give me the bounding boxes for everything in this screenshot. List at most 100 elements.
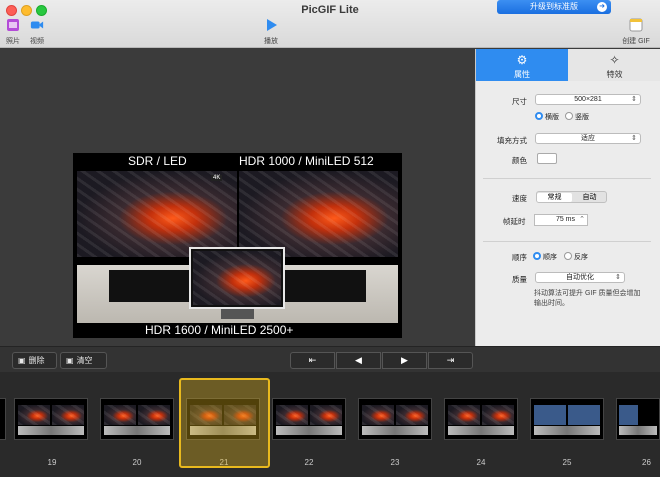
color-label: 颜色 bbox=[512, 156, 527, 165]
order-label: 顺序 bbox=[512, 253, 527, 262]
color-swatch[interactable] bbox=[537, 153, 557, 164]
delay-value: 75 ms bbox=[555, 216, 575, 223]
speed-segmented: 常规 自动 bbox=[536, 191, 607, 203]
frame-number: 19 bbox=[47, 458, 57, 467]
tab-effects-label: 特效 bbox=[606, 70, 623, 79]
arrow-right-icon: ▶ bbox=[401, 355, 408, 365]
video-label: 视频 bbox=[30, 38, 44, 45]
quality-hint: 抖动算法可提升 GIF 质量但会增加输出时间。 bbox=[534, 290, 641, 307]
play-icon bbox=[267, 19, 277, 31]
label-hdr1600: HDR 1600 / MiniLED 2500+ bbox=[145, 323, 294, 337]
last-frame-button[interactable]: ⇥ bbox=[428, 352, 473, 369]
frame-thumb[interactable] bbox=[358, 398, 432, 440]
canvas-area: SDR / LED HDR 1000 / MiniLED 512 HDR 160… bbox=[0, 49, 475, 346]
clear-button[interactable]: ▣ 清空 bbox=[60, 352, 107, 369]
divider bbox=[483, 241, 651, 242]
forward-radio[interactable]: 顺序 bbox=[533, 252, 557, 262]
radio-icon bbox=[564, 252, 572, 260]
frame-number: 24 bbox=[476, 458, 486, 467]
fill-value: 适应 bbox=[581, 135, 595, 142]
frame-number: 26 bbox=[642, 458, 651, 467]
speed-normal[interactable]: 常规 bbox=[537, 193, 572, 202]
skip-forward-icon: ⇥ bbox=[446, 355, 455, 365]
image-icon: ▣ bbox=[66, 356, 74, 365]
reverse-label: 反序 bbox=[574, 254, 588, 261]
size-label: 尺寸 bbox=[512, 97, 527, 106]
first-frame-button[interactable]: ⇤ bbox=[290, 352, 335, 369]
gif-preview: SDR / LED HDR 1000 / MiniLED 512 HDR 160… bbox=[73, 153, 402, 338]
chevron-updown-icon: ⇕ bbox=[631, 135, 637, 142]
landscape-radio[interactable]: 横版 bbox=[535, 112, 559, 122]
forward-label: 顺序 bbox=[543, 254, 557, 261]
frame-thumb-partial[interactable] bbox=[0, 398, 6, 440]
stepper-icon[interactable]: ⌃ bbox=[579, 215, 585, 225]
quality-label: 质量 bbox=[512, 275, 527, 284]
tab-properties-label: 属性 bbox=[514, 70, 530, 79]
image-icon: ▣ bbox=[18, 356, 26, 365]
play-button[interactable]: 播放 bbox=[260, 18, 282, 46]
gear-icon: ⚙ bbox=[516, 53, 528, 67]
side-tabs: ⚙ 属性 ✧ 特效 bbox=[476, 49, 660, 81]
prev-frame-button[interactable]: ◀ bbox=[336, 352, 381, 369]
upgrade-button[interactable]: 升级到标准版 ➜ bbox=[497, 0, 611, 14]
label-sdr: SDR / LED bbox=[128, 154, 187, 168]
app-window: PicGIF Lite 升级到标准版 ➜ 照片 视频 播放 创建 GIF SDR… bbox=[0, 0, 660, 477]
video-button[interactable]: 视频 bbox=[26, 18, 48, 46]
delete-label: 删除 bbox=[28, 356, 45, 365]
landscape-label: 横版 bbox=[545, 114, 559, 121]
label-hdr1000: HDR 1000 / MiniLED 512 bbox=[239, 154, 374, 168]
play-label: 播放 bbox=[264, 38, 278, 45]
create-gif-label: 创建 GIF bbox=[622, 38, 650, 45]
chevron-updown-icon: ⇕ bbox=[615, 274, 621, 281]
frame-number: 22 bbox=[304, 458, 314, 467]
video-camera-icon bbox=[30, 21, 44, 29]
radio-icon bbox=[565, 112, 573, 120]
quality-value: 自动优化 bbox=[566, 274, 594, 281]
photo-icon bbox=[7, 19, 19, 31]
next-frame-button[interactable]: ▶ bbox=[382, 352, 427, 369]
reverse-radio[interactable]: 反序 bbox=[564, 252, 588, 262]
chevron-updown-icon: ⇕ bbox=[631, 96, 637, 103]
radio-selected-icon bbox=[535, 112, 543, 120]
fill-select[interactable]: 适应 ⇕ bbox=[535, 133, 641, 144]
portrait-label: 竖版 bbox=[575, 114, 589, 121]
frame-number: 23 bbox=[390, 458, 400, 467]
size-select[interactable]: 500×281 ⇕ bbox=[535, 94, 641, 105]
filmstrip: 19 20 21 22 23 24 25 26 bbox=[0, 372, 660, 477]
skip-back-icon: ⇤ bbox=[308, 355, 317, 365]
portrait-radio[interactable]: 竖版 bbox=[565, 112, 589, 122]
frame-thumb[interactable] bbox=[530, 398, 604, 440]
speed-label: 速度 bbox=[512, 194, 527, 203]
frame-thumb[interactable] bbox=[616, 398, 660, 440]
frame-number: 20 bbox=[132, 458, 142, 467]
preview-panel-sdr bbox=[77, 171, 237, 257]
selected-frame-highlight bbox=[179, 378, 270, 468]
preview-panel-hdr1000 bbox=[239, 171, 398, 257]
delay-stepper[interactable]: 75 ms ⌃ bbox=[534, 214, 588, 226]
magic-wand-icon: ✧ bbox=[609, 53, 620, 67]
photo-button[interactable]: 照片 bbox=[4, 18, 22, 46]
tab-effects[interactable]: ✧ 特效 bbox=[568, 49, 660, 81]
frame-thumb[interactable] bbox=[444, 398, 518, 440]
quality-select[interactable]: 自动优化 ⇕ bbox=[535, 272, 625, 283]
arrow-left-icon: ◀ bbox=[355, 355, 362, 365]
frame-thumb[interactable] bbox=[14, 398, 88, 440]
create-gif-button[interactable]: 创建 GIF bbox=[618, 18, 654, 46]
frame-number: 25 bbox=[562, 458, 572, 467]
speed-auto[interactable]: 自动 bbox=[572, 193, 607, 202]
title-bar: PicGIF Lite 升级到标准版 ➜ 照片 视频 播放 创建 GIF bbox=[0, 0, 660, 48]
frame-controls: ▣ 删除 ▣ 清空 ⇤ ◀ ▶ ⇥ bbox=[0, 346, 660, 372]
create-gif-icon bbox=[629, 18, 643, 32]
upgrade-label: 升级到标准版 bbox=[530, 2, 578, 11]
tab-properties[interactable]: ⚙ 属性 bbox=[476, 49, 568, 81]
fill-label: 填充方式 bbox=[497, 136, 527, 145]
delete-button[interactable]: ▣ 删除 bbox=[12, 352, 57, 369]
frame-thumb[interactable] bbox=[100, 398, 174, 440]
divider bbox=[483, 178, 651, 179]
frame-thumb[interactable] bbox=[272, 398, 346, 440]
delay-label: 帧延时 bbox=[503, 217, 526, 226]
clear-label: 清空 bbox=[76, 356, 93, 365]
badge-4k: 4K bbox=[211, 175, 223, 181]
preview-inset bbox=[189, 247, 285, 309]
arrow-right-icon: ➜ bbox=[597, 2, 607, 12]
